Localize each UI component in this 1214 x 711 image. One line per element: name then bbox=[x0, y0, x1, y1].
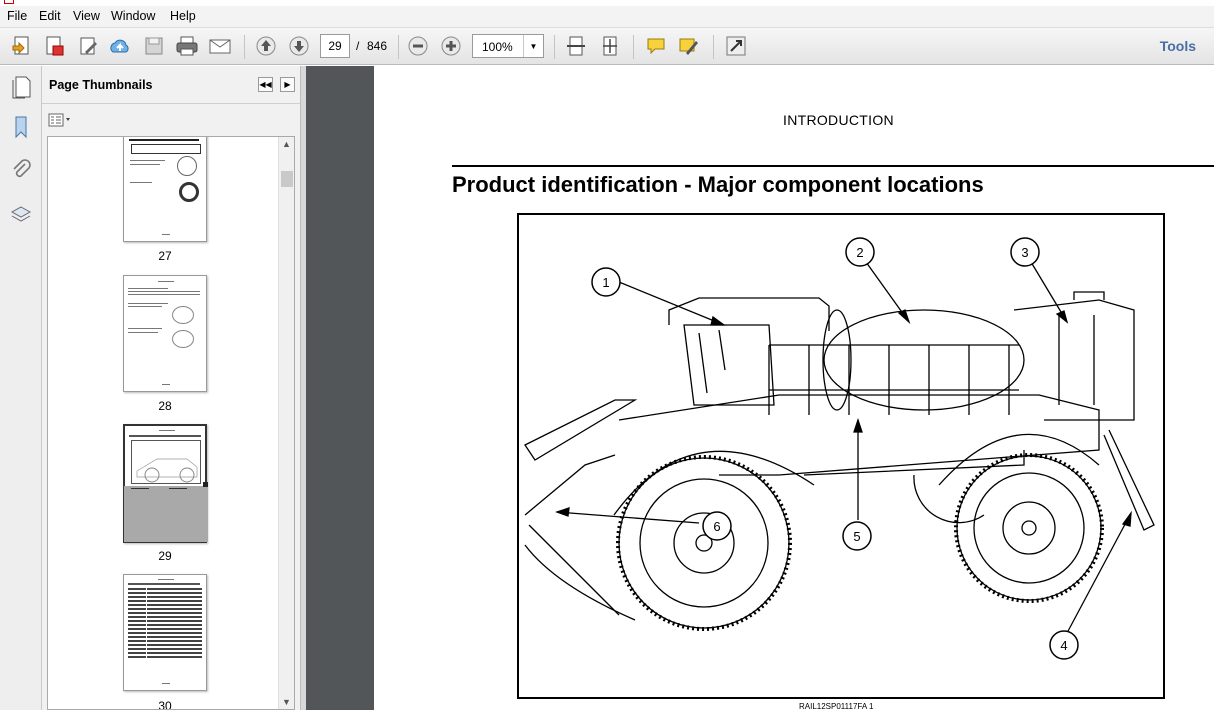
thumbnail-list: 27 28 29 30 ▲ ▼ bbox=[47, 136, 295, 710]
save-icon[interactable] bbox=[142, 35, 166, 57]
chevron-down-icon[interactable]: ▼ bbox=[523, 35, 543, 57]
page-heading: Product identification - Major component… bbox=[452, 172, 984, 197]
menu-edit[interactable]: Edit bbox=[39, 9, 61, 23]
sprayer-illustration: 1 2 3 4 5 6 bbox=[517, 213, 1165, 699]
app-icon bbox=[4, 0, 14, 4]
page-header: INTRODUCTION bbox=[783, 112, 894, 128]
fullscreen-icon[interactable] bbox=[724, 35, 748, 57]
print-icon[interactable] bbox=[175, 35, 199, 57]
zoom-in-icon[interactable] bbox=[439, 35, 463, 57]
thumbnail-label-28: 28 bbox=[158, 399, 172, 413]
thumbnail-scrollbar[interactable]: ▲ ▼ bbox=[278, 137, 294, 709]
panel-arrow-icon[interactable]: ▶ bbox=[280, 77, 295, 92]
main-toolbar: 29 / 846 100% ▼ Tools bbox=[0, 28, 1214, 65]
page-separator: / bbox=[356, 39, 360, 53]
thumbnail-page-28[interactable] bbox=[123, 275, 207, 392]
thumbnail-options-button[interactable] bbox=[48, 111, 74, 129]
fit-page-icon[interactable] bbox=[598, 35, 622, 57]
email-icon[interactable] bbox=[208, 35, 232, 57]
thumbnail-label-27: 27 bbox=[158, 249, 172, 263]
highlight-text-icon[interactable] bbox=[677, 35, 701, 57]
thumbnail-page-30[interactable] bbox=[123, 574, 207, 691]
scroll-up-icon[interactable]: ▲ bbox=[282, 139, 291, 149]
scroll-down-icon[interactable]: ▼ bbox=[282, 697, 291, 707]
zoom-out-icon[interactable] bbox=[406, 35, 430, 57]
zoom-select[interactable]: 100% ▼ bbox=[472, 34, 544, 58]
menu-help[interactable]: Help bbox=[170, 9, 196, 23]
attachments-icon[interactable] bbox=[8, 158, 34, 184]
thumbnail-page-27[interactable] bbox=[123, 137, 207, 242]
edit-document-icon[interactable] bbox=[76, 35, 100, 57]
convert-pdf-icon[interactable] bbox=[42, 35, 66, 57]
callout-3: 3 bbox=[1021, 245, 1028, 260]
collapse-panel-icon[interactable]: ◀◀ bbox=[258, 77, 273, 92]
thumbnail-label-30: 30 bbox=[158, 699, 172, 710]
callout-5: 5 bbox=[853, 529, 860, 544]
callout-2: 2 bbox=[856, 245, 863, 260]
page-number-input[interactable]: 29 bbox=[320, 34, 350, 58]
previous-page-icon[interactable] bbox=[254, 35, 278, 57]
comment-icon[interactable] bbox=[644, 35, 668, 57]
layers-icon[interactable] bbox=[8, 202, 34, 228]
menu-view[interactable]: View bbox=[73, 9, 100, 23]
page-total: 846 bbox=[367, 39, 388, 53]
fit-width-icon[interactable] bbox=[564, 35, 588, 57]
callout-1: 1 bbox=[602, 275, 609, 290]
sprayer-drawing: 1 2 3 4 5 6 bbox=[524, 237, 1155, 660]
pdf-page: INTRODUCTION Product identification - Ma… bbox=[374, 66, 1214, 711]
header-rule bbox=[452, 165, 1214, 167]
page-thumbnails-icon[interactable] bbox=[8, 74, 34, 100]
thumbnail-page-29-selected[interactable] bbox=[123, 424, 208, 543]
thumbnail-label-29: 29 bbox=[158, 549, 172, 563]
tools-button[interactable]: Tools bbox=[1160, 38, 1196, 54]
page-thumbnails-panel: Page Thumbnails ◀◀ ▶ 27 28 29 30 ▲ ▼ bbox=[42, 66, 300, 710]
callout-4: 4 bbox=[1060, 638, 1067, 653]
options-menu-icon bbox=[48, 113, 70, 127]
menu-window[interactable]: Window bbox=[111, 9, 155, 23]
next-page-icon[interactable] bbox=[287, 35, 311, 57]
scroll-thumb[interactable] bbox=[281, 171, 293, 187]
callout-6: 6 bbox=[713, 519, 720, 534]
menu-file[interactable]: File bbox=[7, 9, 27, 23]
create-pdf-icon[interactable] bbox=[9, 35, 33, 57]
panel-header: Page Thumbnails ◀◀ ▶ bbox=[42, 66, 300, 104]
document-viewport: INTRODUCTION Product identification - Ma… bbox=[306, 66, 1214, 711]
navigation-pane-strip bbox=[0, 66, 42, 710]
zoom-value: 100% bbox=[482, 40, 513, 54]
cloud-upload-icon[interactable] bbox=[108, 35, 132, 57]
panel-title: Page Thumbnails bbox=[49, 78, 153, 92]
bookmarks-icon[interactable] bbox=[8, 114, 34, 140]
menu-bar: File Edit View Window Help bbox=[0, 6, 1214, 28]
